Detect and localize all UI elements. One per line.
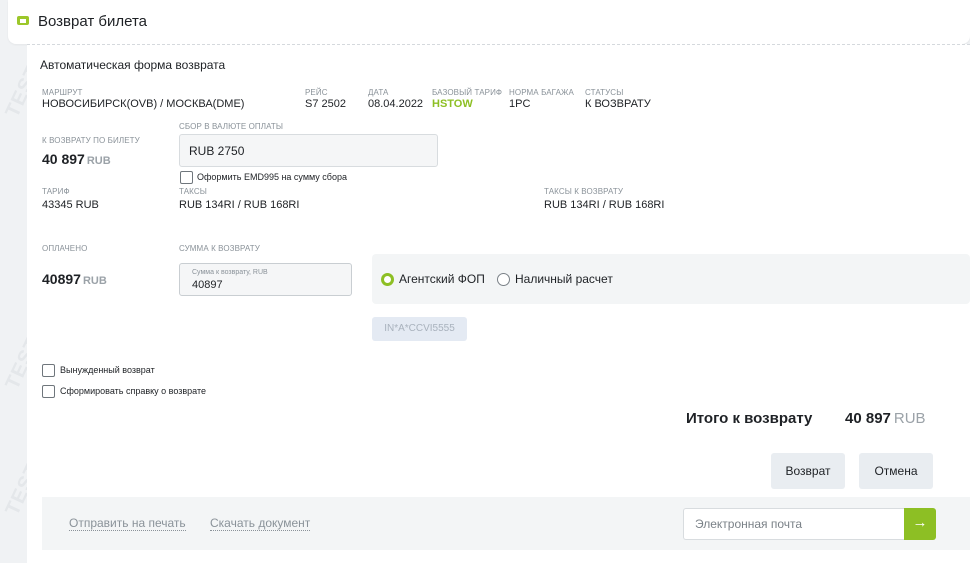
download-link[interactable]: Скачать документ [210, 516, 311, 531]
taxes-value: RUB 134RI / RUB 168RI [179, 199, 300, 211]
route-value: НОВОСИБИРСК(OVB) / МОСКВА(DME) [42, 98, 245, 110]
forced-refund-label: Вынужденный возврат [60, 365, 155, 375]
section-title: Автоматическая форма возврата [40, 58, 226, 72]
base-fare-label: БАЗОВЫЙ ТАРИФ [432, 88, 503, 97]
total-label: Итого к возврату [686, 410, 813, 427]
radio-cash-label[interactable]: Наличный расчет [515, 272, 613, 286]
fee-input[interactable]: RUB 2750 [179, 134, 438, 167]
refund-button[interactable]: Возврат [771, 453, 845, 489]
total-amount: 40 897 RUB [845, 410, 926, 427]
ticket-icon [17, 16, 29, 25]
dashed-divider [27, 44, 970, 45]
fee-label: СБОР В ВАЛЮТЕ ОПЛАТЫ [179, 122, 284, 131]
refund-sum-input[interactable]: Сумма к возврату, RUB 40897 [179, 263, 352, 296]
paid-currency: RUB [82, 275, 107, 287]
make-certificate-checkbox[interactable] [42, 385, 55, 398]
cancel-button[interactable]: Отмена [859, 453, 933, 489]
status-value: К ВОЗВРАТУ [585, 98, 651, 110]
taxes-label: ТАКСЫ [179, 187, 207, 196]
make-certificate-label: Сформировать справку о возврате [60, 386, 206, 396]
payment-code-chip: IN*A*CCVI5555 [372, 317, 467, 341]
refund-ticket-currency: RUB [86, 155, 111, 167]
base-fare-value: HSTOW [432, 98, 473, 110]
route-label: МАРШРУТ [42, 88, 83, 97]
forced-refund-checkbox[interactable] [42, 364, 55, 377]
email-field[interactable] [683, 508, 905, 540]
emd-checkbox[interactable] [180, 171, 193, 184]
baggage-value: 1PC [509, 98, 531, 110]
refund-ticket-amount-value: 40 897 [42, 151, 85, 167]
email-input[interactable] [695, 517, 895, 531]
refund-sum-label: СУММА К ВОЗВРАТУ [179, 244, 260, 253]
refund-ticket-amount: 40 897 RUB [42, 151, 111, 167]
refund-sum-field-value: 40897 [192, 279, 223, 291]
emd-checkbox-label: Оформить EMD995 на сумму сбора [197, 172, 347, 182]
refund-sum-field-label: Сумма к возврату, RUB [192, 269, 268, 276]
fee-input-value: RUB 2750 [189, 144, 245, 158]
send-button[interactable]: → [904, 508, 936, 540]
paid-label: ОПЛАЧЕНО [42, 244, 88, 253]
radio-agent-fop-label[interactable]: Агентский ФОП [399, 272, 485, 286]
total-amount-value: 40 897 [845, 410, 891, 427]
refund-form-panel: Автоматическая форма возврата МАРШРУТ НО… [27, 44, 970, 563]
status-label: СТАТУСЫ [585, 88, 624, 97]
payment-method-group: Агентский ФОП Наличный расчет [372, 254, 970, 304]
refund-ticket-label: К ВОЗВРАТУ ПО БИЛЕТУ [42, 136, 140, 145]
window-titlebar: Возврат билета [8, 0, 970, 44]
total-currency: RUB [893, 410, 926, 427]
paid-amount-value: 40897 [42, 271, 81, 287]
paid-amount: 40897 RUB [42, 271, 107, 287]
flight-value: S7 2502 [305, 98, 346, 110]
tariff-label: ТАРИФ [42, 187, 70, 196]
flight-label: РЕЙС [305, 88, 328, 97]
baggage-label: НОРМА БАГАЖА [509, 88, 574, 97]
date-label: ДАТА [368, 88, 389, 97]
radio-cash[interactable] [497, 273, 510, 286]
document-actions-footer: Отправить на печать Скачать документ → [42, 497, 970, 550]
print-link[interactable]: Отправить на печать [69, 516, 186, 531]
taxes-refund-label: ТАКСЫ К ВОЗВРАТУ [544, 187, 624, 196]
radio-agent-fop[interactable] [381, 273, 394, 286]
taxes-refund-value: RUB 134RI / RUB 168RI [544, 199, 665, 211]
window-title: Возврат билета [38, 13, 148, 30]
arrow-right-icon: → [912, 514, 928, 531]
tariff-value: 43345 RUB [42, 199, 99, 211]
date-value: 08.04.2022 [368, 98, 424, 110]
